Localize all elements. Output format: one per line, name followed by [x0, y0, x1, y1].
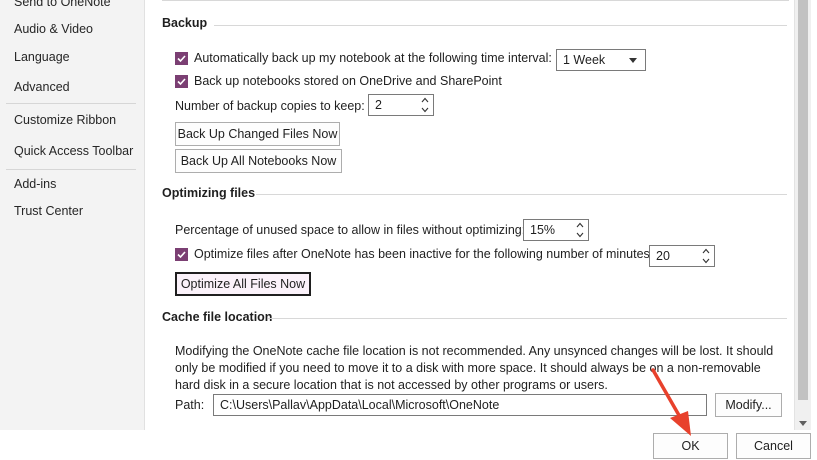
sidebar-item-advanced[interactable]: Advanced — [14, 80, 70, 94]
options-content: Backup Automatically back up my notebook… — [146, 0, 794, 430]
chevron-down-icon[interactable] — [702, 258, 710, 264]
chevron-down-icon[interactable] — [576, 232, 584, 238]
backup-copies-row: Number of backup copies to keep: — [175, 99, 365, 113]
optimize-all-files-button[interactable]: Optimize All Files Now — [175, 272, 311, 296]
sidebar-divider — [6, 169, 136, 170]
ok-button[interactable]: OK — [653, 433, 728, 459]
chevron-up-icon[interactable] — [702, 248, 710, 254]
section-divider — [256, 194, 787, 195]
chevron-down-icon — [629, 58, 637, 63]
auto-backup-checkbox[interactable] — [175, 51, 188, 65]
sidebar-item-customize-ribbon[interactable]: Customize Ribbon — [14, 113, 116, 127]
sidebar-item-trust-center[interactable]: Trust Center — [14, 204, 83, 218]
vertical-scrollbar[interactable] — [794, 0, 811, 430]
section-divider — [268, 318, 787, 319]
auto-backup-label: Automatically back up my notebook at the… — [194, 51, 552, 65]
sidebar-divider — [6, 103, 136, 104]
optimize-after-label: Optimize files after OneNote has been in… — [194, 247, 654, 261]
checkmark-icon — [177, 54, 186, 62]
checkmark-icon — [177, 77, 186, 85]
unused-space-label: Percentage of unused space to allow in f… — [175, 223, 526, 237]
unused-space-row: Percentage of unused space to allow in f… — [175, 223, 525, 237]
optimizing-section-title: Optimizing files — [162, 186, 256, 200]
cache-path-input[interactable]: C:\Users\Pallav\AppData\Local\Microsoft\… — [213, 394, 707, 416]
backup-interval-value: 1 Week — [563, 53, 606, 67]
sidebar-item-send-to-onenote[interactable]: Send to OneNote — [14, 0, 111, 9]
chevron-down-icon[interactable] — [421, 107, 429, 113]
optimize-after-checkbox[interactable] — [175, 247, 188, 261]
cache-path-label: Path: — [175, 398, 205, 412]
backup-copies-stepper[interactable]: 2 — [368, 94, 434, 116]
sidebar-item-audio-video[interactable]: Audio & Video — [14, 22, 93, 36]
backup-section-title: Backup — [162, 16, 208, 30]
scroll-down-arrow-icon[interactable] — [799, 421, 807, 426]
unused-space-stepper[interactable]: 15% — [523, 219, 589, 241]
optimize-minutes-value: 20 — [656, 249, 670, 263]
modify-path-button[interactable]: Modify... — [715, 393, 782, 417]
backup-copies-label: Number of backup copies to keep: — [175, 99, 365, 113]
cancel-button[interactable]: Cancel — [736, 433, 811, 459]
cache-section-title: Cache file location — [162, 310, 273, 324]
sidebar-item-language[interactable]: Language — [14, 50, 70, 64]
options-sidebar: Send to OneNote Audio & Video Language A… — [0, 0, 145, 460]
onedrive-backup-checkbox[interactable] — [175, 74, 188, 88]
onedrive-backup-label: Back up notebooks stored on OneDrive and… — [194, 74, 502, 88]
unused-space-value: 15% — [530, 223, 556, 237]
optimize-after-row: Optimize files after OneNote has been in… — [175, 247, 653, 261]
sidebar-item-quick-access-toolbar[interactable]: Quick Access Toolbar — [14, 144, 133, 158]
cache-description: Modifying the OneNote cache file locatio… — [175, 344, 774, 392]
cache-path-row: Path: — [175, 398, 204, 412]
chevron-up-icon[interactable] — [421, 97, 429, 103]
auto-backup-row: Automatically back up my notebook at the… — [175, 51, 552, 65]
chevron-up-icon[interactable] — [576, 222, 584, 228]
dialog-footer: OK Cancel — [0, 430, 817, 460]
scrollbar-thumb[interactable] — [798, 0, 808, 400]
backup-changed-files-button[interactable]: Back Up Changed Files Now — [175, 122, 340, 146]
backup-copies-value: 2 — [375, 98, 382, 112]
section-divider — [214, 25, 787, 26]
optimize-minutes-stepper[interactable]: 20 — [649, 245, 715, 267]
backup-interval-select[interactable]: 1 Week — [556, 49, 646, 71]
sidebar-item-add-ins[interactable]: Add-ins — [14, 177, 56, 191]
onedrive-backup-row: Back up notebooks stored on OneDrive and… — [175, 74, 502, 88]
backup-all-notebooks-button[interactable]: Back Up All Notebooks Now — [175, 149, 342, 173]
cache-path-value: C:\Users\Pallav\AppData\Local\Microsoft\… — [220, 398, 500, 412]
checkmark-icon — [177, 250, 186, 258]
